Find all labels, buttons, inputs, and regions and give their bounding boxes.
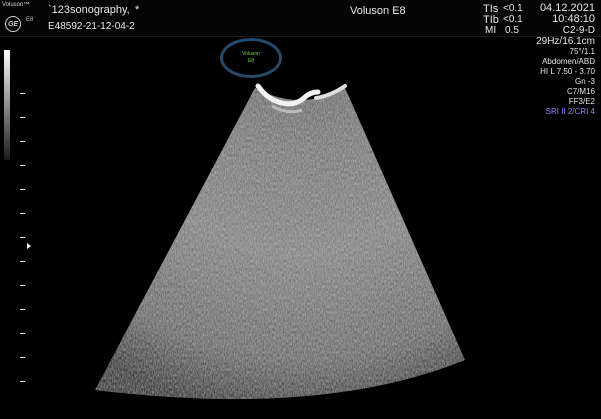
- depth-scale: [0, 0, 40, 419]
- patient-name: `123sonography,: [48, 4, 130, 16]
- depth-tick: [20, 141, 25, 142]
- harmonic-param: HI L 7.50 - 3.70: [540, 67, 595, 76]
- depth-tick: [20, 213, 25, 214]
- parameter-panel: C2-9-D 29Hz/16.1cm 75°/1.1 Abdomen/ABD H…: [536, 25, 595, 117]
- ff-param: FF3/E2: [568, 97, 595, 106]
- depth-tick: [20, 285, 25, 286]
- depth-tick: [20, 117, 25, 118]
- preset-param: Abdomen/ABD: [542, 57, 595, 66]
- cm-param: C7/M16: [566, 87, 595, 96]
- tib-value: <0.1: [503, 14, 523, 25]
- gain-param: Gn -3: [574, 77, 595, 86]
- focus-marker-icon[interactable]: [27, 243, 31, 249]
- depth-tick: [20, 381, 25, 382]
- mi-label: MI: [485, 25, 497, 36]
- patient-id: E48592-21-12-04-2: [48, 21, 135, 32]
- sri-param: SRI II 2/CRI 4: [545, 107, 595, 116]
- watermark-line1: Voluson: [242, 51, 260, 57]
- watermark-line2: E8: [247, 58, 255, 64]
- probe-mode: C2-9-D: [562, 25, 595, 36]
- depth-tick: [20, 237, 25, 238]
- patient-star: *: [135, 4, 140, 16]
- device-title: Voluson E8: [350, 5, 406, 17]
- tis-value: <0.1: [503, 3, 523, 14]
- ultrasound-image: [95, 83, 465, 400]
- depth-tick: [20, 357, 25, 358]
- depth-tick: [20, 261, 25, 262]
- mi-value: 0.5: [505, 25, 519, 36]
- voluson-watermark: Voluson E8: [220, 38, 282, 78]
- depth-tick: [20, 189, 25, 190]
- angle-param: 75°/1.1: [569, 47, 595, 56]
- depth-tick: [20, 165, 25, 166]
- depth-tick: [20, 333, 25, 334]
- frame-rate-depth: 29Hz/16.1cm: [536, 36, 595, 47]
- exam-time: 10:48:10: [552, 13, 595, 25]
- depth-tick: [20, 93, 25, 94]
- depth-tick: [20, 309, 25, 310]
